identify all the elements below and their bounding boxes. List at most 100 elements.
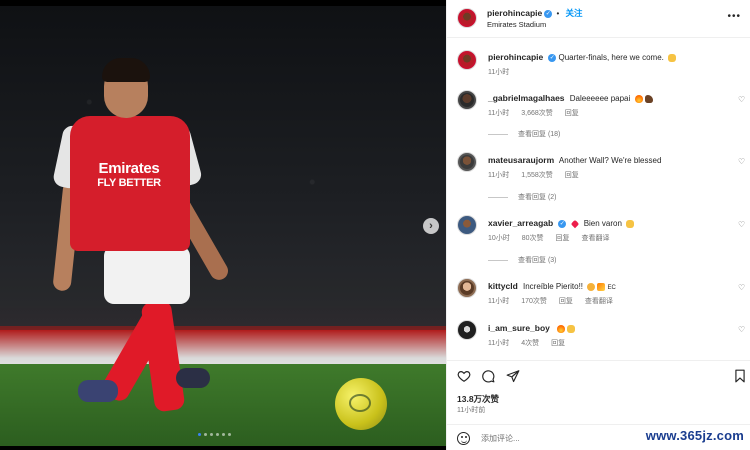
comment-like-heart-icon[interactable]: ♡ <box>738 326 746 334</box>
caption-body: Quarter-finals, here we come. <box>558 53 664 62</box>
photo-scene: Emirates FLY BETTER <box>0 6 446 446</box>
post-caption: pierohincapie ✓ Quarter-finals, here we c… <box>447 46 750 82</box>
send-icon[interactable] <box>506 369 520 383</box>
comment-body: Bien varon <box>583 219 622 228</box>
comment-time: 11小时 <box>488 110 510 117</box>
carousel-dot[interactable] <box>204 433 207 436</box>
carousel-dot[interactable] <box>198 433 201 436</box>
header-user: pierohincapie ✓ • 关注 <box>487 7 583 19</box>
carousel-dot[interactable] <box>216 433 219 436</box>
reply-button[interactable]: 回复 <box>559 298 573 305</box>
next-photo-button[interactable]: › <box>423 218 439 234</box>
fire-icon <box>634 94 643 103</box>
post-time: 11小时前 <box>457 407 486 414</box>
see-translation-button[interactable]: 查看翻译 <box>581 235 609 242</box>
heart-icon[interactable] <box>457 369 471 383</box>
caption-time: 11小时 <box>488 69 510 76</box>
see-translation-button[interactable]: 查看翻译 <box>585 298 613 305</box>
view-replies-button[interactable]: 查看回复 (2) <box>488 192 557 202</box>
comment-like-heart-icon[interactable]: ♡ <box>738 96 746 104</box>
replies-line <box>488 259 508 261</box>
player-hair <box>102 58 150 82</box>
comment-meta: 10小时 80次赞 回复 查看翻译 <box>488 233 619 243</box>
comment-username[interactable]: _gabrielmagalhaes <box>488 93 565 103</box>
shirt-sponsor-line2: FLY BETTER <box>97 177 161 189</box>
view-replies-label: 查看回复 (3) <box>518 257 557 264</box>
comment-text: mateusarauj​orm Another Wall? We're bles… <box>488 155 661 165</box>
comment-meta: 11小时 3,668次赞 回复 <box>488 108 589 118</box>
comment-like-heart-icon[interactable]: ♡ <box>738 284 746 292</box>
comment-time: 11小时 <box>488 298 510 305</box>
separator-dot: • <box>556 9 560 18</box>
view-replies-button[interactable]: 查看回复 (18) <box>488 129 560 139</box>
post-actions <box>447 360 750 390</box>
carousel-dot[interactable] <box>228 433 231 436</box>
comment-time: 11小时 <box>488 172 510 179</box>
comment-like-heart-icon[interactable]: ♡ <box>738 221 746 229</box>
like-count[interactable]: 13.8万次赞 <box>457 393 499 405</box>
comment-like-count[interactable]: 170次赞 <box>521 298 547 305</box>
comment-like-count[interactable]: 4次赞 <box>521 340 539 347</box>
avatar[interactable] <box>457 215 477 235</box>
comment-time: 11小时 <box>488 340 510 347</box>
reply-button[interactable]: 回复 <box>565 110 579 117</box>
shirt-sponsor: Emirates FLY BETTER <box>74 161 184 191</box>
comment-icon[interactable] <box>481 369 495 383</box>
replies-line <box>488 196 508 198</box>
football-player: Emirates FLY BETTER <box>51 56 242 426</box>
carousel-dot[interactable] <box>210 433 213 436</box>
header-username[interactable]: pierohincapie <box>487 8 542 18</box>
comment-meta: 11小时 170次赞 回复 查看翻译 <box>488 296 623 306</box>
comment-time: 10小时 <box>488 235 510 242</box>
bookmark-icon[interactable] <box>733 369 747 383</box>
comment-meta: 11小时 1,558次赞 回复 <box>488 170 589 180</box>
list-item: _gabrielmagalhaes Daleeeeee papai ♡ 11小时… <box>447 88 750 140</box>
comment-username[interactable]: xavier_arreagab <box>488 218 553 228</box>
comment-username[interactable]: i_am_sure_boy <box>488 323 550 333</box>
player-front-leg <box>140 299 186 413</box>
reply-button[interactable]: 回复 <box>556 235 570 242</box>
list-item: mateusarauj​orm Another Wall? We're bles… <box>447 150 750 202</box>
list-item: kittycld Increíble Pierito!! EC ♡ 11小时 1… <box>447 276 750 310</box>
comment-username[interactable]: kittycld <box>488 281 518 291</box>
verified-icon: ✓ <box>548 53 557 62</box>
more-horizontal-icon[interactable]: ••• <box>727 11 741 22</box>
fire-icon <box>557 324 566 333</box>
location-link[interactable]: Emirates Stadium <box>487 20 546 29</box>
post-side-panel: pierohincapie ✓ • 关注 Emirates Stadium •••… <box>446 0 750 450</box>
comment-body: Daleeeeee papai <box>569 94 631 103</box>
avatar[interactable] <box>457 90 477 110</box>
avatar[interactable] <box>457 50 477 70</box>
player-back-boot <box>78 380 118 402</box>
avatar[interactable] <box>457 320 477 340</box>
muscle-icon <box>644 94 653 103</box>
comment-like-count[interactable]: 80次赞 <box>522 235 544 242</box>
avatar[interactable] <box>457 152 477 172</box>
caption-username[interactable]: pierohincapie <box>488 52 543 62</box>
verified-icon: ✓ <box>558 219 567 228</box>
view-replies-label: 查看回复 (18) <box>518 131 561 138</box>
post-photo: Emirates FLY BETTER › <box>0 0 446 450</box>
party-popper-icon <box>597 282 606 291</box>
view-replies-button[interactable]: 查看回复 (3) <box>488 255 557 265</box>
football <box>335 378 387 430</box>
comment-meta: 11小时 4次赞 回复 <box>488 338 575 348</box>
comment-text: kittycld Increíble Pierito!! EC <box>488 281 616 291</box>
comment-like-heart-icon[interactable]: ♡ <box>738 158 746 166</box>
avatar[interactable] <box>457 8 477 28</box>
comment-username[interactable]: mateusarauj​orm <box>488 155 554 165</box>
reply-button[interactable]: 回复 <box>551 340 565 347</box>
carousel-dot[interactable] <box>222 433 225 436</box>
caption-meta: 11小时 <box>488 67 519 77</box>
follow-button[interactable]: 关注 <box>566 8 583 18</box>
reply-button[interactable]: 回复 <box>565 172 579 179</box>
shirt-sponsor-line1: Emirates <box>98 160 160 177</box>
comment-input[interactable] <box>481 431 631 445</box>
player-front-boot <box>176 368 210 388</box>
comment-like-count[interactable]: 1,558次赞 <box>521 172 553 179</box>
avatar[interactable] <box>457 278 477 298</box>
comment-like-count[interactable]: 3,668次赞 <box>521 110 553 117</box>
list-item: xavier_arreagab ✓ Bien varon ♡ 10小时 80次赞 … <box>447 213 750 265</box>
emoji-smile-icon[interactable] <box>457 432 470 445</box>
clapping-hands-icon <box>626 219 635 228</box>
